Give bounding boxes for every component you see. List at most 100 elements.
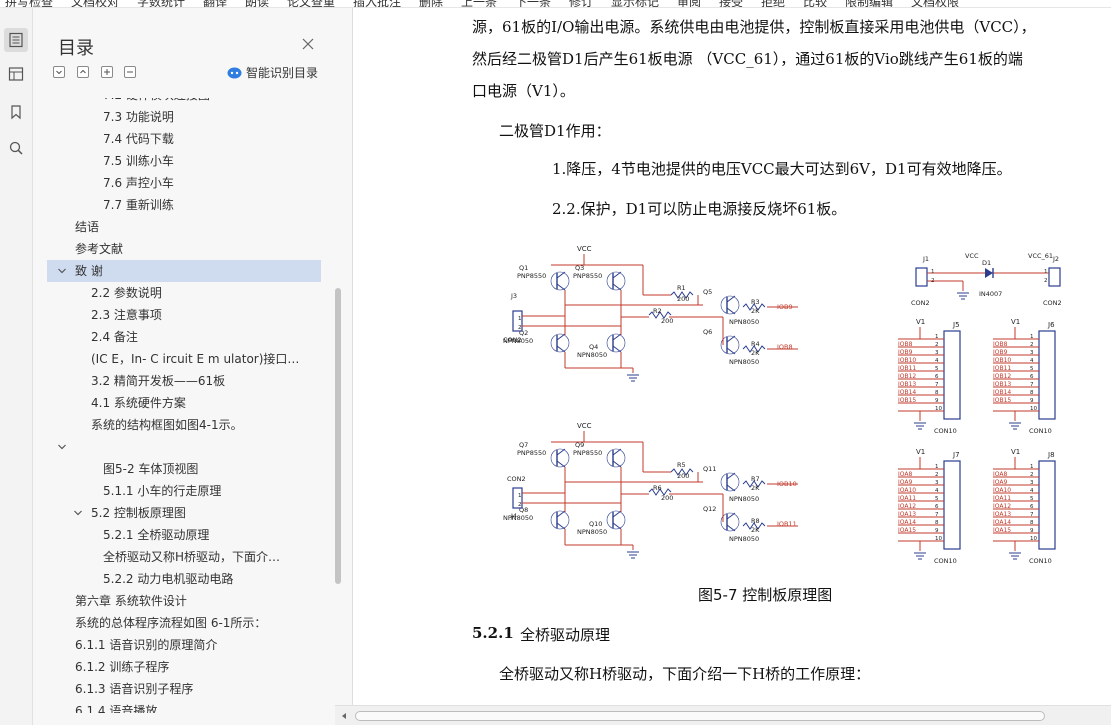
toc-item[interactable]: 7.3 功能说明 [47,106,321,128]
scrollbar-thumb[interactable] [355,711,1045,721]
toc-item[interactable]: 7.6 声控小车 [47,172,321,194]
toc-item[interactable]: 系统的总体程序流程如图 6-1所示： [47,612,321,634]
side-rail [0,8,33,725]
toolbar-item[interactable]: 拼写检查 [5,0,53,7]
toc-item[interactable]: 6.1.3 语音识别子程序 [47,678,321,700]
toolbar-item[interactable]: 字数统计 [137,0,185,7]
search-icon[interactable] [4,136,28,160]
chevron-down-icon[interactable] [73,502,83,524]
toc-item[interactable]: 图5-2 车体顶视图 [47,458,321,480]
header-pin-label: IOA13 [898,511,916,518]
io-label: IOB8 [777,343,793,351]
section-number: 5.2.1 [472,624,514,642]
toc-item[interactable]: 5.2.2 动力电机驱动电路 [47,568,321,590]
toolbar-item[interactable]: 修订 [569,0,593,7]
close-icon[interactable] [301,36,315,50]
toolbar-item[interactable]: 下一条 [515,0,551,7]
toc-item[interactable]: 5.1.1 小车的行走原理 [47,480,321,502]
toc-item[interactable]: 全桥驱动又称H桥驱动，下面介… [47,546,321,568]
toolbar-item[interactable]: 删除 [419,0,443,7]
connector-type: CON2 [503,336,522,344]
toc-item[interactable]: 3.2 精简开发板——61板 [47,370,321,392]
resistor-ref: R1 [677,284,686,292]
toc-item[interactable]: 7.4 代码下载 [47,128,321,150]
header-pin-label: IOA11 [898,495,916,502]
remove-heading-icon[interactable] [124,66,136,78]
transistor [606,448,626,468]
header-ref: J8 [1047,451,1055,459]
toc-item[interactable]: 6.1.2 训练子程序 [47,656,321,678]
toolbar-item[interactable]: 上一条 [461,0,497,7]
chevron-down-icon[interactable] [57,260,67,282]
toc-item[interactable]: 5.2.1 全桥驱动原理 [47,524,321,546]
transistor [550,271,570,291]
part-value: NPN8050 [729,495,759,503]
toc-icon[interactable] [4,28,28,52]
chevron-down-icon[interactable] [57,436,67,458]
header-ref: J7 [952,451,960,459]
add-heading-icon[interactable] [101,66,113,78]
toc-item[interactable]: 结语 [47,216,321,238]
connector-ref: J4 [510,512,517,520]
toc-item-label: 6.1.1 语音识别的原理简介 [75,638,218,652]
transistor-ref: Q9 [575,441,584,449]
toolbar-item[interactable]: 拒绝 [761,0,785,7]
pin-number: 9 [935,528,939,534]
header-pin-label: IOA9 [993,479,1007,486]
header-pin-label: IOB14 [993,389,1011,396]
toc-item[interactable]: 2.4 备注 [47,326,321,348]
toc-item[interactable]: 4.1 系统硬件方案 [47,392,321,414]
header-pin-label: IOB9 [993,349,1008,356]
toc-item[interactable]: 6.1.4 语音播放 [47,700,321,713]
toolbar-item[interactable]: 比较 [803,0,827,7]
expand-up-icon[interactable] [77,66,89,78]
toc-item-label: 3.2 精简开发板——61板 [91,374,226,388]
toc-item[interactable]: 7.7 重新训练 [47,194,321,216]
toc-item[interactable]: 2.2 参数说明 [47,282,321,304]
toc-item[interactable]: 5.2 控制板原理图 [47,502,321,524]
nav-icon[interactable] [4,62,28,86]
smart-toc-button[interactable]: 智能识别目录 [227,64,318,81]
transistor-ref: Q1 [519,264,528,272]
toc-item[interactable]: 7.2 硬件模块连接图 [47,98,321,106]
bookmark-icon[interactable] [4,100,28,124]
toc-item[interactable]: 7.5 训练小车 [47,150,321,172]
body-text-line: 全桥驱动又称H桥驱动，下面介绍一下H桥的工作原理： [499,665,871,683]
toc-item[interactable] [47,436,321,458]
toc-item[interactable]: 参考文献 [47,238,321,260]
resistor-value: 2K [751,526,760,534]
collapse-all-icon[interactable] [53,66,65,78]
toc-item[interactable]: 第六章 系统软件设计 [47,590,321,612]
toc-item[interactable]: (IC E，In- C ircuit E m ulator)接口… [47,348,321,370]
toolbar-item[interactable]: 论文查重 [287,0,335,7]
toc-item-selected[interactable]: 致 谢 [47,260,321,282]
toolbar-item[interactable]: 插入批注 [353,0,401,7]
part-value: PNP8550 [517,449,546,457]
pin-header [1038,330,1056,420]
toc-item[interactable]: 系统的结构框图如图4-1示。 [47,414,321,436]
horizontal-scrollbar[interactable] [335,705,1111,725]
toolbar-item[interactable]: 翻译 [203,0,227,7]
toc-list: 7.2 硬件模块连接图 7.3 功能说明 7.4 代码下载 7.5 训练小车 7.6 声… [47,98,321,713]
header-pin-label: IOB11 [898,365,916,372]
header-pin-label: IOB11 [993,365,1011,372]
toolbar-item[interactable]: 朗读 [245,0,269,7]
vcc-label: VCC [965,252,979,260]
toolbar-item[interactable]: 文档校对 [71,0,119,7]
toolbar-item[interactable]: 审阅 [677,0,701,7]
toolbar-item[interactable]: 文档权限 [911,0,959,7]
document-page: 源，61板的I/O输出电源。系统供电由电池提供，控制板直接采用电池供电（VCC）… [353,8,1111,705]
scroll-left-icon[interactable] [340,712,348,720]
transistor-ref: Q10 [589,520,602,528]
toc-scrollbar[interactable] [335,288,341,584]
pin-number: 2 [518,325,522,331]
pin-number: 10 [1030,406,1037,412]
transistor [720,472,740,492]
toolbar-item[interactable]: 接受 [719,0,743,7]
toolbar-item[interactable]: 显示标记 [611,0,659,7]
pin-number: 4 [1030,358,1034,364]
toc-item[interactable]: 6.1.1 语音识别的原理简介 [47,634,321,656]
toolbar-item[interactable]: 限制编辑 [845,0,893,7]
toc-item[interactable]: 2.3 注意事项 [47,304,321,326]
pin-number: 9 [1030,528,1034,534]
